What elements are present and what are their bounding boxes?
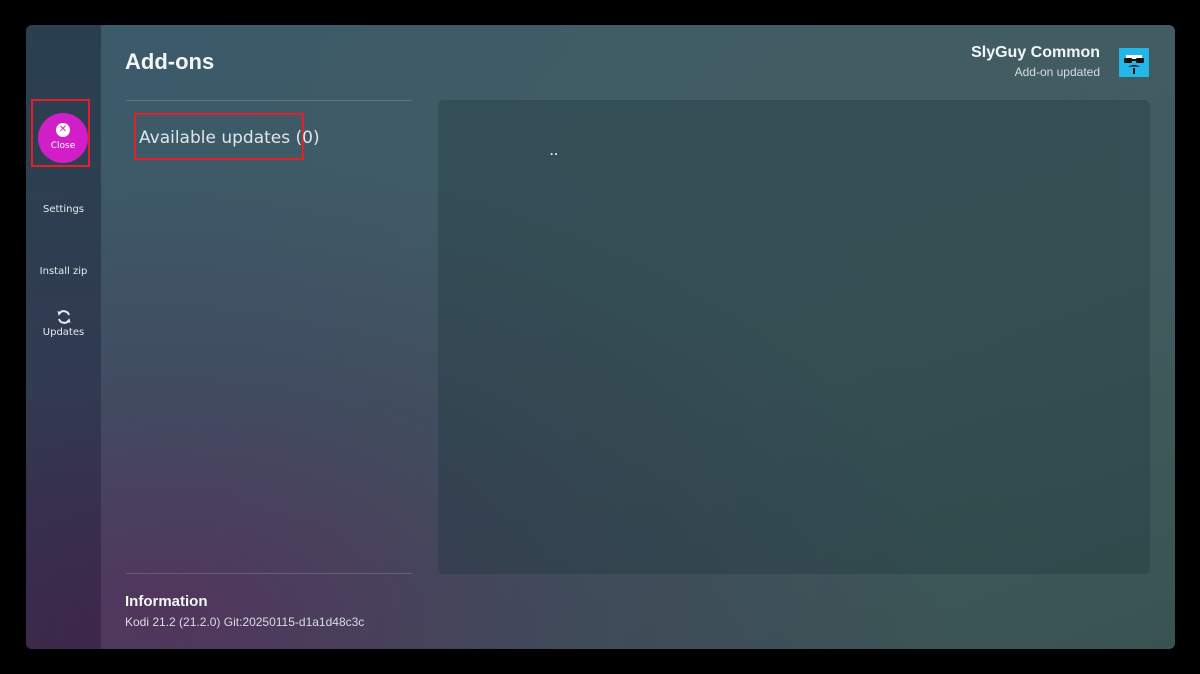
close-icon: ✕ [56,123,70,137]
notification-subtitle: Add-on updated [1014,65,1100,79]
sidebar-item-label: Install zip [39,266,88,277]
sidebar-item-label: Updates [42,327,85,338]
sidebar-item-label: Settings [42,204,84,215]
list-item-available-updates[interactable]: Available updates (0) [134,113,320,160]
page-title: Add-ons [125,49,215,74]
close-label: Close [50,141,76,151]
glasses-mustache-icon [1119,48,1149,77]
top-divider [126,100,412,101]
list-item-label: Available updates (0) [139,128,320,148]
close-button[interactable]: ✕ Close [38,113,88,163]
sidebar-item-updates[interactable]: Updates [26,309,101,338]
refresh-icon [26,309,101,327]
bottom-divider [126,573,412,574]
notification-title: SlyGuy Common [971,44,1100,61]
info-version-text: Kodi 21.2 (21.2.0) Git:20250115-d1a1d48c… [125,615,365,629]
sidebar-item-install-zip[interactable]: Install zip [26,266,101,277]
info-title: Information [125,593,208,610]
sidebar-item-settings[interactable]: Settings [26,204,101,215]
panel-content: .. [550,144,559,158]
sidebar: ✕ Close Settings Install zip Updates [26,25,101,649]
addons-window: ✕ Close Settings Install zip Updates Add… [26,25,1175,649]
detail-panel: .. [438,100,1150,574]
